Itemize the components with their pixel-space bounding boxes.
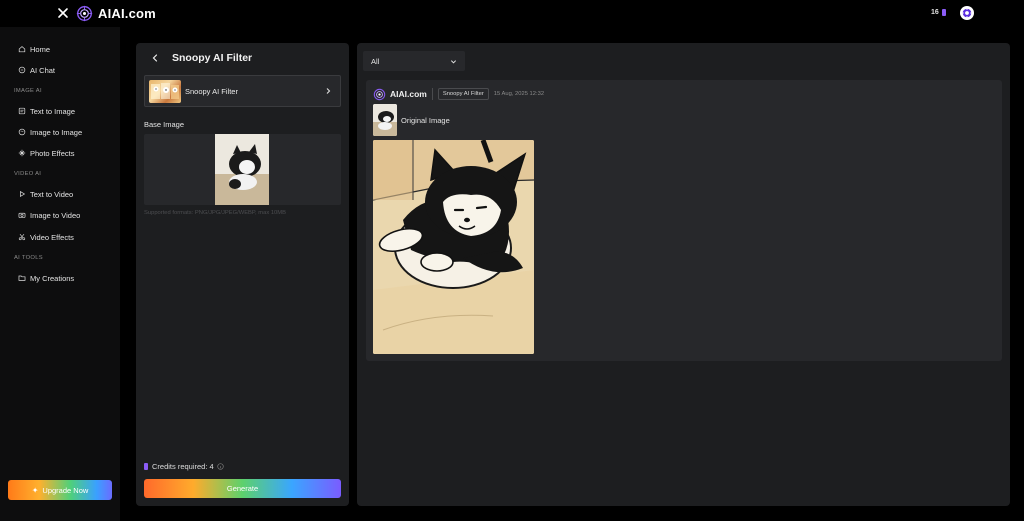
- brand-logo[interactable]: AIAI.com: [76, 5, 156, 22]
- editor-header: Snoopy AI Filter: [150, 52, 252, 64]
- filter-thumbnail: [149, 80, 181, 103]
- filter-selector[interactable]: Snoopy AI Filter: [144, 75, 341, 107]
- sidebar-item-label: Text to Image: [30, 106, 76, 116]
- base-image-thumbnail: [215, 134, 269, 205]
- filter-tag[interactable]: Snoopy AI Filter: [437, 88, 489, 100]
- base-image-upload[interactable]: [144, 134, 341, 205]
- upgrade-label: Upgrade Now: [42, 485, 89, 495]
- sidebar-item-label: My Creations: [30, 273, 75, 283]
- sidebar-item-label: Image to Image: [30, 127, 83, 137]
- info-icon[interactable]: [217, 463, 224, 470]
- base-image-label: Base Image: [144, 120, 185, 129]
- logo-icon: [76, 5, 93, 22]
- play-icon: [20, 190, 26, 198]
- card-header: AIAI.com Snoopy AI Filter 15 Aug, 2025 1…: [373, 87, 544, 101]
- sidebar-item-label: Video Effects: [30, 232, 74, 242]
- sidebar-item-home[interactable]: Home: [18, 43, 50, 55]
- top-bar: AIAI.com 16: [0, 0, 1024, 27]
- results-filter-dropdown[interactable]: All: [363, 51, 465, 71]
- camera-icon: [18, 212, 26, 218]
- image-icon: [18, 107, 26, 115]
- brand-name: AIAI.com: [98, 6, 156, 21]
- sidebar-item-label: Image to Video: [30, 210, 81, 220]
- section-video-ai: VIDEO AI: [14, 171, 42, 177]
- credit-coin-icon: [144, 463, 148, 470]
- creation-card: AIAI.com Snoopy AI Filter 15 Aug, 2025 1…: [366, 80, 1002, 361]
- credit-coin-icon: [941, 9, 946, 16]
- original-image-thumbnail[interactable]: [373, 104, 397, 136]
- sidebar-item-label: Home: [30, 44, 51, 54]
- results-panel: All AIAI.com Snoopy AI Filter 15 Aug, 20…: [357, 43, 1010, 506]
- generate-button[interactable]: Generate: [144, 479, 341, 498]
- card-brand: AIAI.com: [390, 89, 427, 99]
- dropdown-value: All: [371, 57, 380, 66]
- avatar[interactable]: [960, 6, 974, 20]
- chat-icon: [18, 66, 26, 74]
- result-image[interactable]: [373, 140, 534, 354]
- scissors-icon: [18, 233, 26, 241]
- sidebar-item-label: Photo Effects: [30, 148, 75, 158]
- credits-number: 16: [931, 9, 939, 16]
- sidebar-item-text-to-image[interactable]: Text to Image: [18, 105, 75, 117]
- section-image-ai: IMAGE AI: [14, 88, 42, 94]
- chevron-down-icon: [450, 60, 457, 64]
- sidebar: Home AI Chat IMAGE AI Text to Image Imag…: [0, 27, 120, 521]
- sidebar-item-label: AI Chat: [30, 65, 56, 75]
- divider: [431, 88, 433, 100]
- sidebar-item-text-to-video[interactable]: Text to Video: [18, 188, 73, 200]
- sidebar-item-photo-effects[interactable]: Photo Effects: [18, 147, 74, 159]
- editor-panel: Snoopy AI Filter Snoopy AI Filter Base I…: [136, 43, 349, 506]
- sidebar-item-video-effects[interactable]: Video Effects: [18, 231, 74, 243]
- home-icon: [18, 46, 26, 53]
- original-image-label: Original Image: [401, 116, 450, 125]
- filter-name: Snoopy AI Filter: [185, 87, 238, 96]
- credits-balance[interactable]: 16: [931, 9, 946, 16]
- generate-label: Generate: [226, 484, 259, 493]
- page-title: Snoopy AI Filter: [172, 52, 253, 64]
- palette-icon: [18, 128, 26, 136]
- logo-icon: [373, 88, 386, 100]
- sidebar-item-image-to-video[interactable]: Image to Video: [18, 209, 80, 221]
- timestamp: 15 Aug, 2025 12:32: [493, 91, 545, 97]
- credits-required-text: Credits required: 4: [152, 462, 214, 471]
- credits-required: Credits required: 4: [144, 462, 224, 471]
- supported-formats-note: Supported formats: PNG/JPG/JPEG/WEBP, ma…: [144, 210, 286, 216]
- upgrade-button[interactable]: ✦ Upgrade Now: [8, 480, 112, 500]
- folder-icon: [18, 275, 26, 281]
- sidebar-item-image-to-image[interactable]: Image to Image: [18, 126, 82, 138]
- sparkle-icon: ✦: [31, 485, 39, 495]
- back-arrow-icon[interactable]: [150, 53, 160, 63]
- section-ai-tools: AI TOOLS: [14, 255, 43, 261]
- chevron-right-icon: [326, 88, 331, 94]
- sidebar-item-label: Text to Video: [30, 189, 74, 199]
- sidebar-item-my-creations[interactable]: My Creations: [18, 272, 74, 284]
- sparkle-icon: [18, 149, 26, 157]
- sidebar-item-ai-chat[interactable]: AI Chat: [18, 64, 55, 76]
- close-icon[interactable]: [56, 6, 70, 20]
